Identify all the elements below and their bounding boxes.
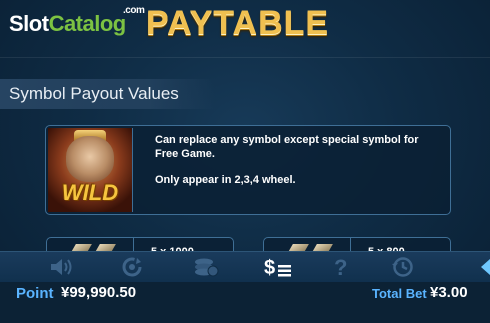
total-bet-label: Total Bet xyxy=(372,286,427,301)
paytable-title: PAYTABLE xyxy=(146,4,330,42)
logo-catalog-text: Catalog xyxy=(48,11,127,36)
paytable-screen: SlotCatalog .com PAYTABLE Symbol Payout … xyxy=(0,0,490,323)
help-icon[interactable]: ? xyxy=(332,256,352,278)
section-heading: Symbol Payout Values xyxy=(0,79,215,109)
history-icon[interactable] xyxy=(390,256,416,278)
header-divider xyxy=(0,57,490,58)
sound-icon[interactable] xyxy=(48,256,76,278)
wild-description-line1: Can replace any symbol except special sy… xyxy=(155,134,419,160)
wild-symbol-label: WILD xyxy=(61,180,119,205)
wild-face-shape xyxy=(66,136,114,182)
coins-icon[interactable] xyxy=(192,256,220,278)
back-arrow-icon[interactable] xyxy=(478,256,490,278)
logo-com-text: .com xyxy=(123,5,145,16)
wild-symbol-image: WILD xyxy=(48,128,133,212)
point-label: Point xyxy=(16,285,54,302)
bottom-toolbar: $ ? xyxy=(0,251,490,283)
svg-text:$: $ xyxy=(264,257,275,278)
svg-text:?: ? xyxy=(334,256,347,278)
section-heading-text: Symbol Payout Values xyxy=(9,84,179,103)
autoplay-icon[interactable] xyxy=(119,256,145,278)
total-bet-value: ¥3.00 xyxy=(430,284,468,301)
wild-description-line2: Only appear in 2,3,4 wheel. xyxy=(155,174,296,186)
slotcatalog-logo: SlotCatalog .com xyxy=(9,5,145,37)
status-bar: Point ¥99,990.50 Total Bet ¥3.00 xyxy=(0,282,490,323)
wild-description: Can replace any symbol except special sy… xyxy=(155,133,435,187)
logo-slot-text: Slot xyxy=(9,11,49,36)
wild-symbol-card: WILD Can replace any symbol except speci… xyxy=(45,125,451,215)
point-value: ¥99,990.50 xyxy=(61,284,137,301)
paytable-icon[interactable]: $ xyxy=(264,256,294,278)
